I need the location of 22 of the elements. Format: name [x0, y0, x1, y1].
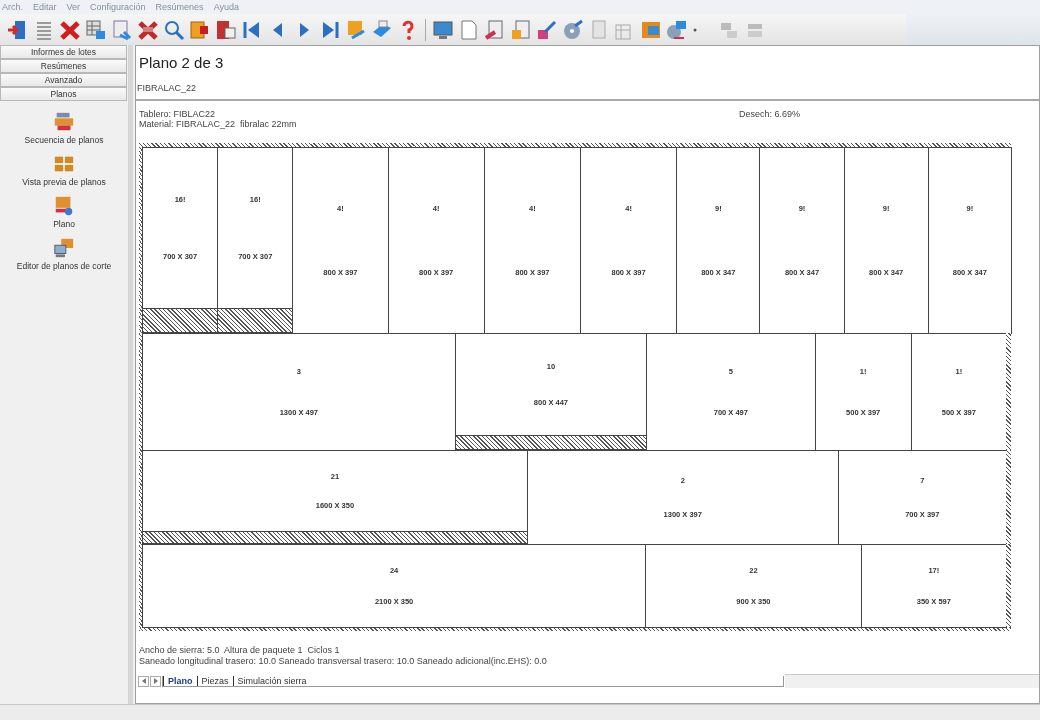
waste-percentage: Desech: 6.69% — [739, 109, 801, 121]
material-code: FIBRALAC_22 — [137, 83, 198, 93]
sidebar-section-button[interactable]: Resúmenes — [0, 59, 127, 73]
sidebar-item[interactable]: Editor de planos de corte — [16, 261, 112, 271]
computer-board-icon[interactable] — [53, 237, 75, 259]
sidebar-item[interactable]: Secuencia de planos — [24, 135, 104, 145]
cut-parameters: Saneado longitudinal trasero: 10.0 Saneado transversal trasero: 10.0 Saneado adicional(inc.EHS): 0.0 — [139, 656, 548, 666]
plan-title: Plano 2 de 3 — [139, 54, 225, 71]
document-arrow-icon[interactable] — [110, 17, 134, 42]
sidebar-section-button[interactable]: Planos — [0, 87, 127, 101]
sidebar-section-button[interactable]: Avanzado — [0, 73, 127, 87]
sidebar-item[interactable]: Plano — [53, 219, 75, 229]
board-label: Tablero: FIBLAC22 — [139, 109, 217, 119]
sidebar-item[interactable]: Vista previa de planos — [22, 177, 106, 187]
stacked-boards-icon[interactable] — [53, 111, 75, 133]
horizontal-scrollbar[interactable] — [785, 674, 1039, 688]
cut-parameters: Ancho de sierra: 5.0 Altura de paquete 1 Ciclos 1 — [139, 645, 341, 655]
table-icon[interactable] — [84, 17, 108, 42]
material-label: Material: FIBRALAC_22 fibralac 22mm — [139, 119, 298, 129]
scroll-right-icon[interactable] — [151, 677, 160, 685]
board-icon[interactable] — [53, 195, 75, 217]
sidebar-section-button[interactable]: Informes de lotes — [0, 45, 127, 59]
